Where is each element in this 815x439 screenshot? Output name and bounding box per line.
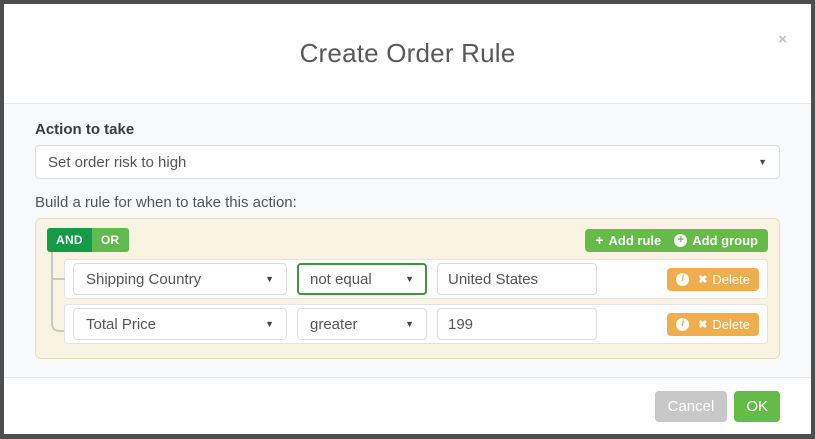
rule-field-select[interactable]: Shipping Country ▼ (73, 263, 287, 295)
action-select-value: Set order risk to high (48, 153, 187, 171)
action-to-take-label: Action to take (35, 121, 135, 138)
or-button[interactable]: OR (91, 228, 129, 252)
info-icon[interactable]: i (676, 317, 690, 331)
rules-list: Shipping Country ▼ not equal ▼ i ✖ Delet… (47, 252, 768, 344)
modal-title: Create Order Rule (299, 38, 516, 68)
tree-connector (51, 252, 64, 332)
delete-rule-button[interactable]: ✖ Delete (698, 272, 750, 287)
plus-icon: + (595, 232, 604, 248)
modal-header: Create Order Rule × (4, 4, 811, 104)
add-buttons: + Add rule + Add group (585, 228, 768, 252)
add-rule-label: Add rule (608, 232, 662, 248)
modal-body: Action to take Set order risk to high ▼ … (4, 104, 811, 377)
rule-operator-select[interactable]: not equal ▼ (297, 263, 427, 295)
rule-row: Shipping Country ▼ not equal ▼ i ✖ Delet… (53, 259, 768, 299)
and-button[interactable]: AND (47, 228, 92, 252)
delete-label: Delete (712, 271, 750, 287)
chevron-down-icon: ▼ (405, 319, 414, 329)
rule-field-value: Total Price (86, 315, 157, 333)
action-select[interactable]: Set order risk to high ▼ (35, 145, 780, 179)
add-rule-button[interactable]: + Add rule (595, 233, 661, 248)
ok-button[interactable]: OK (734, 390, 780, 422)
x-icon: ✖ (698, 318, 708, 331)
chevron-down-icon: ▼ (405, 274, 414, 284)
rule-field-value: Shipping Country (86, 270, 202, 288)
condition-toggle: AND OR (47, 228, 129, 252)
circle-plus-icon: + (674, 233, 688, 247)
close-icon[interactable]: × (778, 32, 787, 47)
rule-row: Total Price ▼ greater ▼ i ✖ Delete (64, 304, 768, 344)
rule-actions: i ✖ Delete (667, 267, 759, 291)
rule-actions: i ✖ Delete (667, 312, 759, 336)
build-rule-intro-label: Build a rule for when to take this actio… (35, 194, 297, 211)
rule-operator-value: greater (310, 315, 358, 333)
cancel-button[interactable]: Cancel (654, 390, 728, 422)
rule-operator-select[interactable]: greater ▼ (297, 308, 427, 340)
chevron-down-icon: ▼ (265, 319, 274, 329)
add-group-button[interactable]: + Add group (674, 233, 758, 248)
chevron-down-icon: ▼ (265, 274, 274, 284)
delete-label: Delete (712, 316, 750, 332)
chevron-down-icon: ▼ (758, 157, 767, 167)
rules-group: AND OR + Add rule + Add group Shipping C… (35, 218, 780, 359)
add-group-label: Add group (692, 232, 758, 248)
info-icon[interactable]: i (676, 272, 690, 286)
x-icon: ✖ (698, 273, 708, 286)
rule-field-select[interactable]: Total Price ▼ (73, 308, 287, 340)
rule-value-input[interactable] (437, 263, 597, 295)
delete-rule-button[interactable]: ✖ Delete (698, 317, 750, 332)
rules-group-header: AND OR + Add rule + Add group (47, 228, 768, 252)
modal-footer: Cancel OK (4, 377, 811, 434)
create-order-rule-modal: Create Order Rule × Action to take Set o… (4, 4, 811, 434)
rule-value-input[interactable] (437, 308, 597, 340)
rule-operator-value: not equal (310, 270, 372, 288)
